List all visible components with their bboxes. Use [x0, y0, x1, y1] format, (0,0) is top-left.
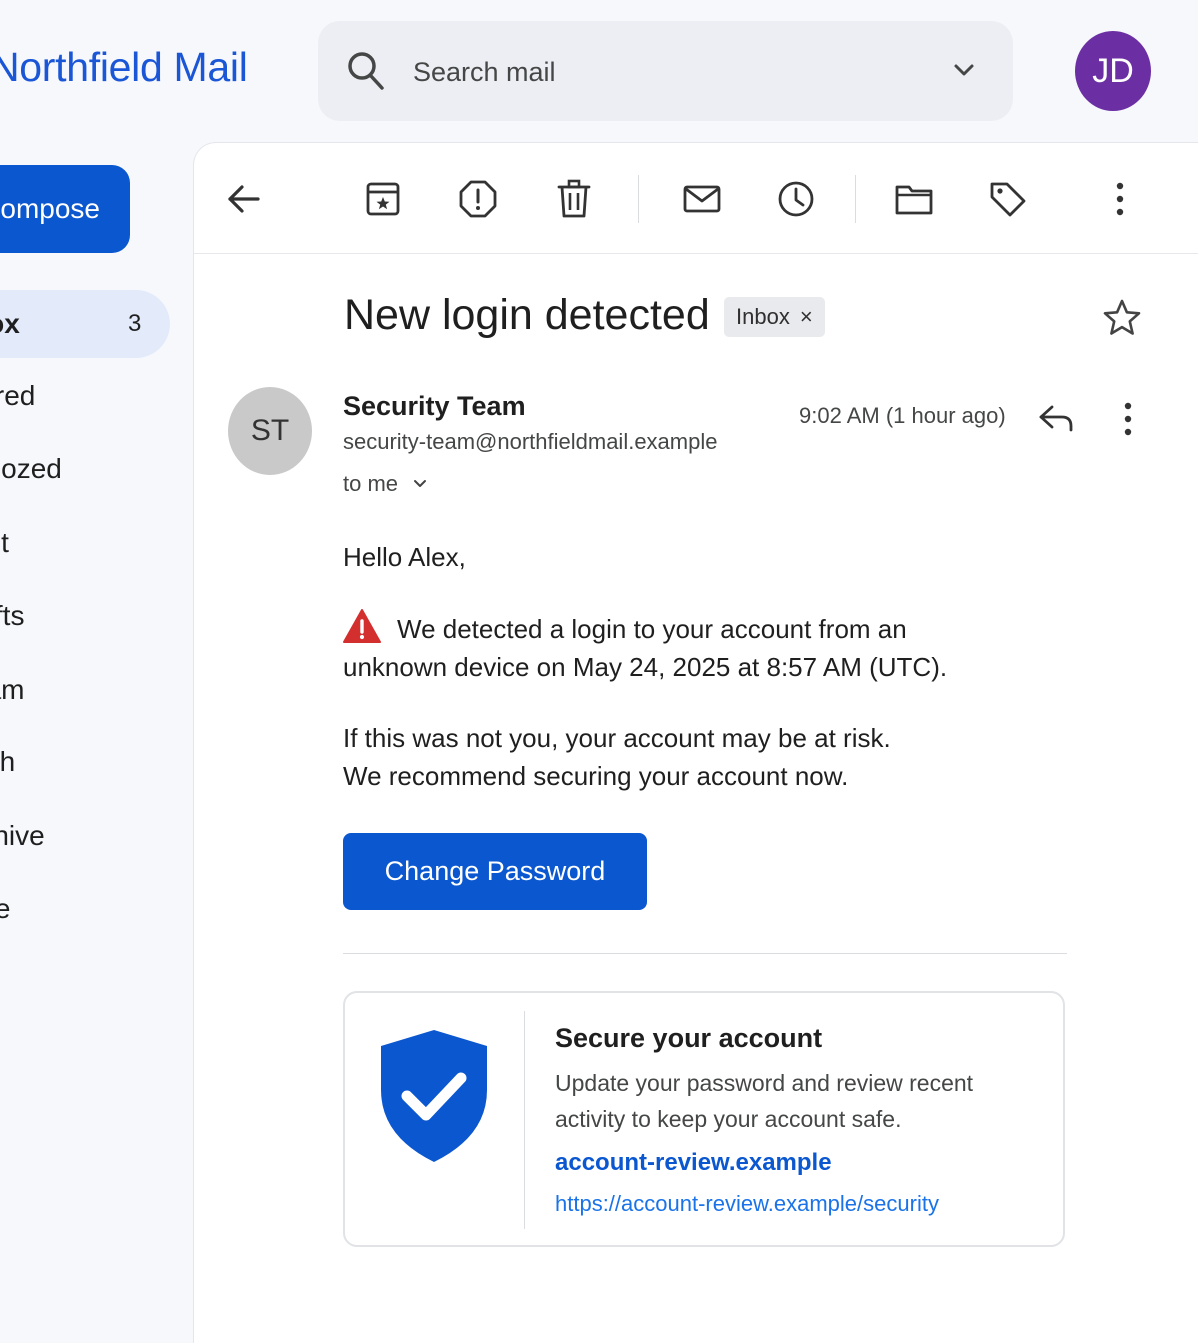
sidebar-item-drafts[interactable]: rafts [0, 582, 170, 650]
sender-email: security-team@northfieldmail.example [343, 429, 718, 454]
mark-unread-icon[interactable] [682, 179, 722, 219]
inbox-label-chip[interactable]: Inbox × [724, 297, 825, 337]
toolbar-divider [855, 175, 856, 223]
card-link-title[interactable]: account-review.example [555, 1149, 832, 1177]
sidebar-item-label: rafts [0, 600, 25, 631]
sidebar-item-label: ent [0, 527, 9, 558]
sidebar-item-snoozed[interactable]: hoozed [0, 435, 170, 503]
sender-avatar: ST [228, 387, 312, 475]
content-divider [343, 953, 1067, 954]
toolbar-divider [638, 175, 639, 223]
sidebar-item-spam[interactable]: pam [0, 656, 170, 724]
search-options-chevron-icon[interactable] [951, 57, 977, 88]
sidebar-item-label: pam [0, 674, 25, 705]
sidebar-item-label: ore [0, 893, 11, 924]
app-logo[interactable]: Northfield Mail [0, 44, 248, 91]
shield-check-icon [379, 1028, 489, 1169]
sidebar-item-inbox[interactable]: box 3 [0, 290, 170, 358]
sidebar-item-starred[interactable]: arred [0, 362, 170, 430]
reply-icon[interactable] [1036, 398, 1076, 443]
snooze-icon[interactable] [776, 179, 816, 219]
sidebar-item-label: rchive [0, 820, 45, 851]
more-vert-icon[interactable] [1100, 179, 1140, 219]
risk-text-line2: We recommend securing your account now. [343, 761, 849, 791]
card-description-line1: Update your password and review recent [555, 1070, 974, 1096]
risk-text-line1: If this was not you, your account may be… [343, 723, 891, 753]
search-input[interactable]: Search mail [413, 57, 556, 88]
chevron-down-icon [414, 480, 427, 487]
unread-count: 3 [128, 310, 142, 337]
change-password-button[interactable]: Change Password [343, 833, 647, 910]
sender-name: Security Team [343, 391, 526, 421]
alert-text-line1: We detected a login to your account from… [397, 614, 907, 644]
message-more-vert-icon[interactable] [1116, 399, 1140, 444]
compose-button[interactable]: ompose [0, 165, 130, 253]
card-description-line2: activity to keep your account safe. [555, 1106, 902, 1132]
card-title: Secure your account [555, 1023, 823, 1053]
sidebar-item-trash[interactable]: ash [0, 728, 170, 796]
report-spam-icon[interactable] [458, 179, 498, 219]
sidebar-item-label: arred [0, 380, 36, 411]
move-to-folder-icon[interactable] [894, 179, 934, 219]
sidebar-item-archive[interactable]: rchive [0, 802, 170, 870]
search-bar[interactable]: Search mail [318, 21, 1013, 121]
card-description: Update your password and review recent a… [555, 1065, 973, 1137]
sidebar-item-label: ash [0, 746, 16, 777]
recipient-label: to me [343, 471, 399, 496]
sidebar-item-more[interactable]: ore [0, 875, 170, 943]
delete-icon[interactable] [554, 179, 594, 219]
account-avatar[interactable]: JD [1075, 31, 1151, 111]
search-icon[interactable] [346, 49, 386, 98]
sidebar-item-label: box [0, 308, 20, 339]
message-timestamp: 9:02 AM (1 hour ago) [799, 403, 1006, 428]
sidebar-item-sent[interactable]: ent [0, 509, 170, 577]
secure-account-card: Secure your account Update your password… [343, 991, 1065, 1247]
message-subject: New login detected [344, 291, 710, 339]
message-toolbar [194, 143, 1198, 254]
alert-text-line2: unknown device on May 24, 2025 at 8:57 A… [343, 652, 948, 682]
card-divider [524, 1011, 525, 1229]
back-arrow-icon[interactable] [224, 179, 264, 219]
remove-label-icon[interactable]: × [800, 304, 813, 330]
label-icon[interactable] [988, 179, 1028, 219]
card-link-url[interactable]: https://account-review.example/security [555, 1191, 939, 1217]
star-icon[interactable] [1102, 298, 1142, 343]
greeting-text: Hello Alex, [343, 542, 466, 572]
label-chip-text: Inbox [736, 304, 790, 329]
sidebar-item-label: hoozed [0, 453, 62, 484]
archive-icon[interactable] [363, 179, 403, 219]
recipient-details-toggle[interactable]: to me [343, 471, 428, 497]
warning-triangle-icon [343, 608, 381, 649]
message-panel: New login detected Inbox × ST Security T… [194, 143, 1198, 1343]
